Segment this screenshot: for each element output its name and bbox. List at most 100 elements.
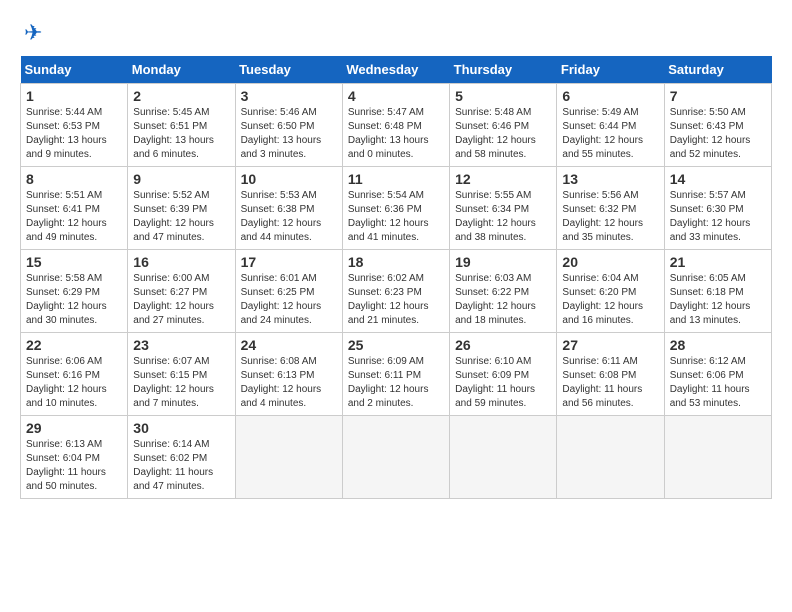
calendar-cell: 10 Sunrise: 5:53 AMSunset: 6:38 PMDayligh… [235, 167, 342, 250]
header-thursday: Thursday [450, 56, 557, 84]
calendar-cell: 23Sunrise: 6:07 AMSunset: 6:15 PMDayligh… [128, 333, 235, 416]
day-info: Sunrise: 5:53 AMSunset: 6:38 PMDaylight:… [241, 189, 337, 245]
header: ✈ [20, 20, 772, 46]
day-number: 12 [455, 171, 551, 187]
day-number: 25 [348, 337, 444, 353]
calendar-cell: 28 Sunrise: 6:12 AMSunset: 6:06 PMDayligh… [664, 333, 771, 416]
day-info: Sunrise: 6:07 AMSunset: 6:15 PMDaylight:… [133, 355, 229, 411]
day-number: 14 [670, 171, 766, 187]
calendar-cell: 19Sunrise: 6:03 AMSunset: 6:22 PMDayligh… [450, 250, 557, 333]
day-info: Sunrise: 5:46 AMSunset: 6:50 PMDaylight:… [241, 106, 337, 162]
day-number: 3 [241, 88, 337, 104]
calendar-row: 15 Sunrise: 5:58 AMSunset: 6:29 PMDayligh… [21, 250, 772, 333]
calendar-row: 8Sunrise: 5:51 AMSunset: 6:41 PMDaylight… [21, 167, 772, 250]
header-sunday: Sunday [21, 56, 128, 84]
calendar-row: 29 Sunrise: 6:13 AMSunset: 6:04 PMDayligh… [21, 416, 772, 499]
day-info: Sunrise: 6:05 AMSunset: 6:18 PMDaylight:… [670, 272, 766, 328]
calendar-row: 1 Sunrise: 5:44 AMSunset: 6:53 PMDaylight… [21, 84, 772, 167]
day-info: Sunrise: 5:44 AMSunset: 6:53 PMDaylight:… [26, 106, 122, 162]
day-number: 11 [348, 171, 444, 187]
day-info: Sunrise: 6:12 AMSunset: 6:06 PMDaylight:… [670, 355, 766, 411]
day-info: Sunrise: 6:01 AMSunset: 6:25 PMDaylight:… [241, 272, 337, 328]
day-info: Sunrise: 6:14 AMSunset: 6:02 PMDaylight:… [133, 438, 229, 494]
calendar-cell: 9Sunrise: 5:52 AMSunset: 6:39 PMDaylight… [128, 167, 235, 250]
calendar-cell: 15 Sunrise: 5:58 AMSunset: 6:29 PMDayligh… [21, 250, 128, 333]
day-number: 15 [26, 254, 122, 270]
day-info: Sunrise: 6:06 AMSunset: 6:16 PMDaylight:… [26, 355, 122, 411]
weekday-header-row: Sunday Monday Tuesday Wednesday Thursday… [21, 56, 772, 84]
calendar-cell: 24 Sunrise: 6:08 AMSunset: 6:13 PMDayligh… [235, 333, 342, 416]
calendar-cell: 8Sunrise: 5:51 AMSunset: 6:41 PMDaylight… [21, 167, 128, 250]
header-monday: Monday [128, 56, 235, 84]
day-number: 5 [455, 88, 551, 104]
day-info: Sunrise: 6:13 AMSunset: 6:04 PMDaylight:… [26, 438, 122, 494]
day-info: Sunrise: 5:50 AMSunset: 6:43 PMDaylight:… [670, 106, 766, 162]
day-number: 13 [562, 171, 658, 187]
logo-icon: ✈ [24, 20, 42, 46]
day-info: Sunrise: 6:00 AMSunset: 6:27 PMDaylight:… [133, 272, 229, 328]
calendar-cell: 7 Sunrise: 5:50 AMSunset: 6:43 PMDaylight… [664, 84, 771, 167]
day-number: 28 [670, 337, 766, 353]
day-number: 16 [133, 254, 229, 270]
day-number: 8 [26, 171, 122, 187]
calendar-table: Sunday Monday Tuesday Wednesday Thursday… [20, 56, 772, 499]
day-number: 20 [562, 254, 658, 270]
calendar-row: 22 Sunrise: 6:06 AMSunset: 6:16 PMDayligh… [21, 333, 772, 416]
day-number: 10 [241, 171, 337, 187]
day-info: Sunrise: 5:55 AMSunset: 6:34 PMDaylight:… [455, 189, 551, 245]
day-info: Sunrise: 5:56 AMSunset: 6:32 PMDaylight:… [562, 189, 658, 245]
calendar-cell: 20 Sunrise: 6:04 AMSunset: 6:20 PMDayligh… [557, 250, 664, 333]
header-tuesday: Tuesday [235, 56, 342, 84]
day-number: 6 [562, 88, 658, 104]
calendar-cell: 18 Sunrise: 6:02 AMSunset: 6:23 PMDayligh… [342, 250, 449, 333]
day-number: 2 [133, 88, 229, 104]
calendar-cell [557, 416, 664, 499]
day-info: Sunrise: 6:03 AMSunset: 6:22 PMDaylight:… [455, 272, 551, 328]
day-number: 18 [348, 254, 444, 270]
calendar-cell: 2 Sunrise: 5:45 AMSunset: 6:51 PMDaylight… [128, 84, 235, 167]
calendar-cell: 4 Sunrise: 5:47 AMSunset: 6:48 PMDaylight… [342, 84, 449, 167]
calendar-cell [342, 416, 449, 499]
calendar-cell: 5Sunrise: 5:48 AMSunset: 6:46 PMDaylight… [450, 84, 557, 167]
calendar-cell: 25 Sunrise: 6:09 AMSunset: 6:11 PMDayligh… [342, 333, 449, 416]
day-info: Sunrise: 6:10 AMSunset: 6:09 PMDaylight:… [455, 355, 551, 411]
day-number: 24 [241, 337, 337, 353]
calendar-cell: 29 Sunrise: 6:13 AMSunset: 6:04 PMDayligh… [21, 416, 128, 499]
day-number: 29 [26, 420, 122, 436]
day-number: 7 [670, 88, 766, 104]
day-info: Sunrise: 5:49 AMSunset: 6:44 PMDaylight:… [562, 106, 658, 162]
calendar-cell: 14 Sunrise: 5:57 AMSunset: 6:30 PMDayligh… [664, 167, 771, 250]
calendar-cell: 6 Sunrise: 5:49 AMSunset: 6:44 PMDaylight… [557, 84, 664, 167]
calendar-cell: 12 Sunrise: 5:55 AMSunset: 6:34 PMDayligh… [450, 167, 557, 250]
day-number: 30 [133, 420, 229, 436]
day-info: Sunrise: 6:02 AMSunset: 6:23 PMDaylight:… [348, 272, 444, 328]
day-number: 1 [26, 88, 122, 104]
calendar-cell: 27Sunrise: 6:11 AMSunset: 6:08 PMDayligh… [557, 333, 664, 416]
day-number: 26 [455, 337, 551, 353]
day-info: Sunrise: 5:47 AMSunset: 6:48 PMDaylight:… [348, 106, 444, 162]
calendar-cell [664, 416, 771, 499]
calendar-cell: 3 Sunrise: 5:46 AMSunset: 6:50 PMDaylight… [235, 84, 342, 167]
calendar-cell: 21Sunrise: 6:05 AMSunset: 6:18 PMDayligh… [664, 250, 771, 333]
calendar-cell [450, 416, 557, 499]
day-info: Sunrise: 6:09 AMSunset: 6:11 PMDaylight:… [348, 355, 444, 411]
day-number: 9 [133, 171, 229, 187]
logo: ✈ [20, 20, 42, 46]
day-number: 22 [26, 337, 122, 353]
day-info: Sunrise: 5:58 AMSunset: 6:29 PMDaylight:… [26, 272, 122, 328]
day-info: Sunrise: 5:57 AMSunset: 6:30 PMDaylight:… [670, 189, 766, 245]
calendar-cell: 13 Sunrise: 5:56 AMSunset: 6:32 PMDayligh… [557, 167, 664, 250]
calendar-cell: 17 Sunrise: 6:01 AMSunset: 6:25 PMDayligh… [235, 250, 342, 333]
day-number: 17 [241, 254, 337, 270]
day-info: Sunrise: 5:45 AMSunset: 6:51 PMDaylight:… [133, 106, 229, 162]
calendar-cell [235, 416, 342, 499]
calendar-cell: 16 Sunrise: 6:00 AMSunset: 6:27 PMDayligh… [128, 250, 235, 333]
day-info: Sunrise: 6:11 AMSunset: 6:08 PMDaylight:… [562, 355, 658, 411]
header-saturday: Saturday [664, 56, 771, 84]
calendar-cell: 30 Sunrise: 6:14 AMSunset: 6:02 PMDayligh… [128, 416, 235, 499]
calendar-cell: 26 Sunrise: 6:10 AMSunset: 6:09 PMDayligh… [450, 333, 557, 416]
header-wednesday: Wednesday [342, 56, 449, 84]
day-info: Sunrise: 6:04 AMSunset: 6:20 PMDaylight:… [562, 272, 658, 328]
day-number: 4 [348, 88, 444, 104]
day-info: Sunrise: 6:08 AMSunset: 6:13 PMDaylight:… [241, 355, 337, 411]
